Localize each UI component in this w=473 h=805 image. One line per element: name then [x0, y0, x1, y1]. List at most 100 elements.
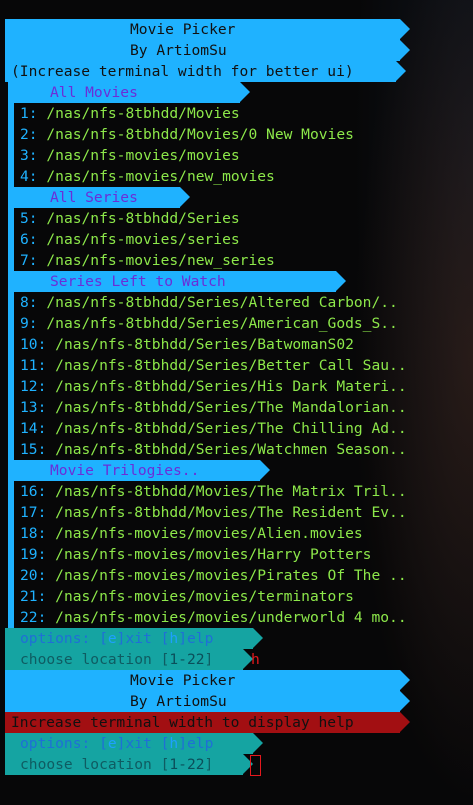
entry-space [46, 609, 55, 626]
choose-prompt-1: choose location [1-22] [20, 649, 213, 670]
entry-number: 1: [20, 105, 38, 122]
entry-space [46, 546, 55, 563]
section-header-movies-bar-arrow [240, 82, 250, 102]
menu-entry[interactable]: 19: /nas/nfs-movies/movies/Harry Potters [20, 544, 371, 565]
menu-entry[interactable]: 18: /nas/nfs-movies/movies/Alien.movies [20, 523, 363, 544]
entry-path: /nas/nfs-movies/movies/Alien.movies [55, 525, 363, 542]
entry-path: /nas/nfs-8tbhdd/Series/His Dark Materi.. [55, 378, 407, 395]
menu-entry[interactable]: 20: /nas/nfs-movies/movies/Pirates Of Th… [20, 565, 407, 586]
header-hint-bar-arrow [396, 61, 406, 81]
entry-number: 22: [20, 609, 47, 626]
entry-number: 11: [20, 357, 47, 374]
exit-open-bracket: [ [99, 735, 108, 752]
menu-entry[interactable]: 10: /nas/nfs-8tbhdd/Series/BatwomanS02 [20, 334, 354, 355]
menu-entry[interactable]: 12: /nas/nfs-8tbhdd/Series/His Dark Mate… [20, 376, 407, 397]
menu-entry[interactable]: 3: /nas/nfs-movies/movies [20, 145, 240, 166]
entry-path: /nas/nfs-8tbhdd/Movies/The Matrix Tril.. [55, 483, 407, 500]
section-header-trilogies: Movie Trilogies.. [50, 462, 200, 479]
options-prompt-1-bar-arrow [253, 628, 263, 648]
menu-entry[interactable]: 7: /nas/nfs-movies/new_series [20, 250, 275, 271]
menu-entry[interactable]: 1: /nas/nfs-8tbhdd/Movies [20, 103, 240, 124]
menu-entry[interactable]: 9: /nas/nfs-8tbhdd/Series/American_Gods_… [20, 313, 398, 334]
entry-space [46, 588, 55, 605]
help-close-bracket: ] [178, 735, 188, 752]
range-close-bracket: ] [204, 756, 214, 773]
entry-path: /nas/nfs-8tbhdd/Series/The Chilling Ad.. [55, 420, 407, 437]
header-title-bar-arrow [400, 19, 410, 39]
app-title: Movie Picker [130, 21, 236, 38]
entry-number: 4: [20, 168, 38, 185]
entry-path: /nas/nfs-movies/new_series [46, 252, 275, 269]
entry-space [46, 420, 55, 437]
header-author-bar-arrow [400, 40, 410, 60]
exit-open-bracket: [ [99, 630, 108, 647]
menu-entry[interactable]: 13: /nas/nfs-8tbhdd/Series/The Mandalori… [20, 397, 407, 418]
entry-space [46, 357, 55, 374]
menu-entry[interactable]: 21: /nas/nfs-movies/movies/terminators [20, 586, 354, 607]
entry-number: 13: [20, 399, 47, 416]
entry-path: /nas/nfs-8tbhdd/Series [46, 210, 240, 227]
entry-path: /nas/nfs-8tbhdd/Series/The Mandalorian.. [55, 399, 407, 416]
entry-number: 12: [20, 378, 47, 395]
entry-path: /nas/nfs-movies/series [46, 231, 240, 248]
entry-path: /nas/nfs-8tbhdd/Movies/The Resident Ev.. [55, 504, 407, 521]
range-close-bracket: ] [204, 651, 214, 668]
app-author-2: By ArtiomSu [130, 693, 227, 710]
help-error-message: Increase terminal width to display help [11, 714, 354, 731]
options-prompt-2: options: [e]xit [h]elp [20, 733, 213, 754]
options-label: options: [20, 735, 100, 752]
entry-number: 5: [20, 210, 38, 227]
entry-path: /nas/nfs-movies/movies/terminators [55, 588, 354, 605]
entry-number: 6: [20, 231, 38, 248]
entry-path: /nas/nfs-movies/movies [46, 147, 240, 164]
menu-entry[interactable]: 2: /nas/nfs-8tbhdd/Movies/0 New Movies [20, 124, 354, 145]
menu-entry[interactable]: 22: /nas/nfs-movies/movies/underworld 4 … [20, 607, 407, 628]
entry-path: /nas/nfs-8tbhdd/Series/Better Call Sau.. [55, 357, 407, 374]
entry-number: 9: [20, 315, 38, 332]
exit-key[interactable]: e [108, 735, 117, 752]
help-key[interactable]: h [169, 735, 178, 752]
entry-path: /nas/nfs-8tbhdd/Movies [46, 105, 240, 122]
exit-key[interactable]: e [108, 630, 117, 647]
entry-number: 18: [20, 525, 47, 542]
entry-space [46, 483, 55, 500]
entry-path: /nas/nfs-movies/new_movies [46, 168, 275, 185]
location-range: 1-22 [169, 651, 205, 668]
menu-entry[interactable]: 14: /nas/nfs-8tbhdd/Series/The Chilling … [20, 418, 407, 439]
entry-space [46, 525, 55, 542]
entry-number: 21: [20, 588, 47, 605]
entry-number: 3: [20, 147, 38, 164]
menu-entry[interactable]: 11: /nas/nfs-8tbhdd/Series/Better Call S… [20, 355, 407, 376]
exit-word: xit [125, 630, 161, 647]
menu-entry[interactable]: 16: /nas/nfs-8tbhdd/Movies/The Matrix Tr… [20, 481, 407, 502]
section-header-movies: All Movies [50, 84, 138, 101]
input-cursor[interactable] [250, 755, 261, 776]
help-close-bracket: ] [178, 630, 188, 647]
typed-input: h [251, 651, 260, 668]
menu-entry[interactable]: 15: /nas/nfs-8tbhdd/Series/Watchmen Seas… [20, 439, 407, 460]
entry-space [46, 567, 55, 584]
entry-path: /nas/nfs-8tbhdd/Movies/0 New Movies [46, 126, 354, 143]
app-title-2: Movie Picker [130, 672, 236, 689]
options-label: options: [20, 630, 100, 647]
app-author: By ArtiomSu [130, 42, 227, 59]
help-key[interactable]: h [169, 630, 178, 647]
entry-number: 2: [20, 126, 38, 143]
menu-entry[interactable]: 17: /nas/nfs-8tbhdd/Movies/The Resident … [20, 502, 407, 523]
entry-path: /nas/nfs-8tbhdd/Series/BatwomanS02 [55, 336, 354, 353]
entry-number: 16: [20, 483, 47, 500]
entry-number: 7: [20, 252, 38, 269]
entry-path: /nas/nfs-movies/movies/Harry Potters [55, 546, 372, 563]
menu-entry[interactable]: 8: /nas/nfs-8tbhdd/Series/Altered Carbon… [20, 292, 398, 313]
menu-entry[interactable]: 5: /nas/nfs-8tbhdd/Series [20, 208, 240, 229]
options-prompt-2-bar-arrow [253, 733, 263, 753]
entry-number: 17: [20, 504, 47, 521]
entry-space [46, 378, 55, 395]
options-prompt-1: options: [e]xit [h]elp [20, 628, 213, 649]
menu-entry[interactable]: 6: /nas/nfs-movies/series [20, 229, 240, 250]
entry-space [46, 399, 55, 416]
menu-entry[interactable]: 4: /nas/nfs-movies/new_movies [20, 166, 275, 187]
section-header-series-bar-arrow [180, 187, 190, 207]
entry-path: /nas/nfs-movies/movies/underworld 4 mo.. [55, 609, 407, 626]
section-header-series: All Series [50, 189, 138, 206]
